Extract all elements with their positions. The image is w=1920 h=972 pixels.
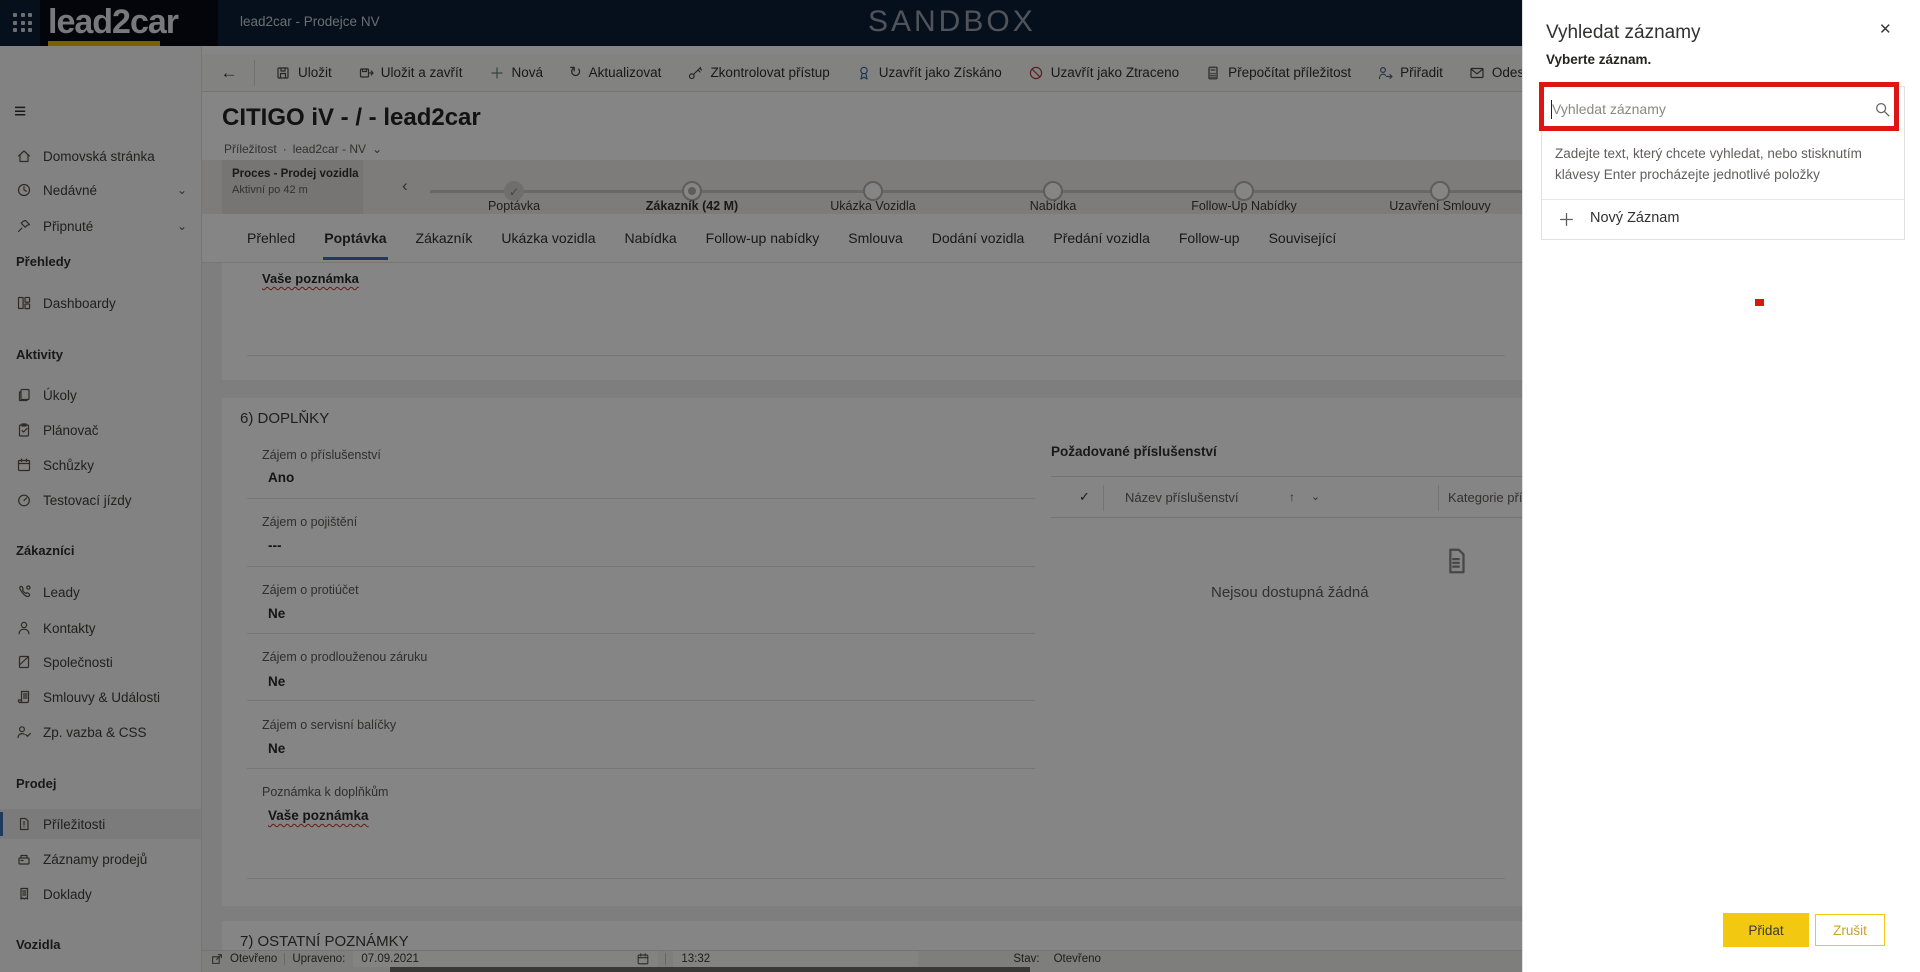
close-icon[interactable]: ✕ — [1879, 20, 1892, 38]
new-record-button[interactable]: Nový Záznam — [1542, 200, 1904, 240]
plus-icon — [1558, 211, 1575, 228]
modal-dim-overlay — [0, 0, 1522, 972]
panel-title: Vyhledat záznamy — [1546, 22, 1701, 43]
red-annotation-dot — [1755, 299, 1764, 306]
search-input-row — [1542, 87, 1904, 131]
cancel-button[interactable]: Zrušit — [1815, 914, 1885, 946]
panel-subtitle: Vyberte záznam. — [1546, 52, 1652, 67]
search-input[interactable] — [1552, 91, 1862, 127]
lookup-records-panel: Vyhledat záznamy ✕ Vyberte záznam. Zadej… — [1522, 0, 1920, 972]
search-help-text: Zadejte text, který chcete vyhledat, neb… — [1555, 146, 1862, 182]
lookup-list-container: Zadejte text, který chcete vyhledat, neb… — [1541, 86, 1905, 240]
add-button[interactable]: Přidat — [1723, 913, 1809, 947]
search-icon[interactable] — [1874, 101, 1891, 118]
